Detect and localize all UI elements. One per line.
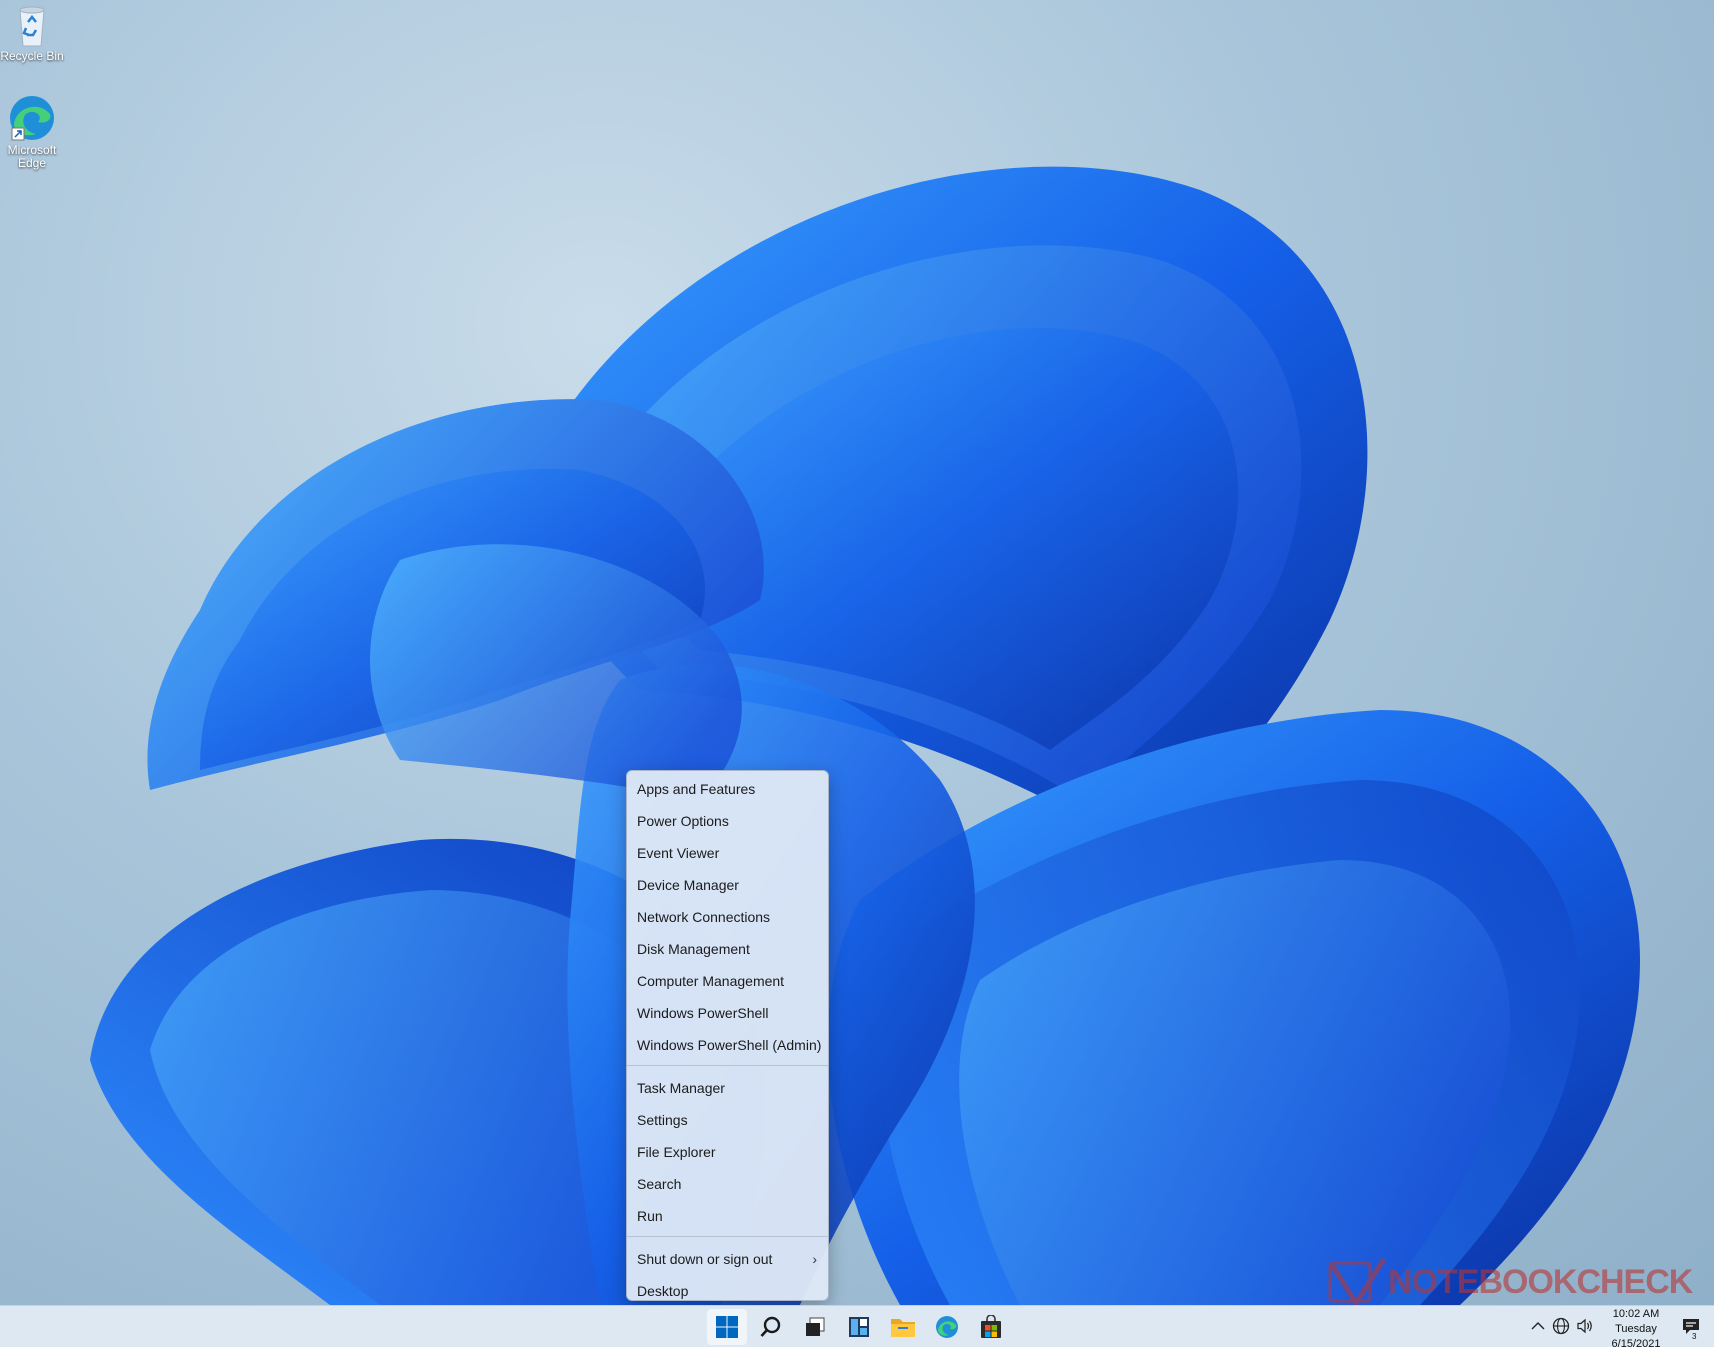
notification-count-badge: 3 <box>1692 1332 1697 1341</box>
winx-context-menu: Apps and Features Power Options Event Vi… <box>626 770 829 1301</box>
taskbar-task-view-button[interactable] <box>795 1309 835 1345</box>
menu-item-file-explorer[interactable]: File Explorer <box>627 1136 828 1168</box>
menu-separator <box>627 1065 828 1066</box>
menu-item-shut-down-or-sign-out[interactable]: Shut down or sign out › <box>627 1243 828 1275</box>
clock-date: 6/15/2021 <box>1611 1338 1661 1350</box>
taskbar-edge-button[interactable] <box>927 1309 967 1345</box>
speaker-icon <box>1577 1318 1592 1334</box>
file-explorer-icon <box>891 1319 915 1337</box>
taskbar-store-button[interactable] <box>971 1309 1011 1345</box>
notebookcheck-watermark: NOTEBOOKCHECK <box>1328 1255 1693 1305</box>
menu-item-label: Power Options <box>637 813 729 829</box>
menu-item-run[interactable]: Run <box>627 1200 828 1232</box>
menu-item-label: Device Manager <box>637 877 739 893</box>
store-icon <box>981 1315 1001 1338</box>
menu-item-label: File Explorer <box>637 1144 716 1160</box>
tray-overflow-chevron[interactable] <box>1527 1314 1549 1338</box>
menu-item-label: Task Manager <box>637 1080 725 1096</box>
menu-item-label: Computer Management <box>637 973 785 989</box>
chevron-right-icon: › <box>812 1251 817 1267</box>
menu-item-network-connections[interactable]: Network Connections <box>627 901 828 933</box>
start-icon <box>716 1316 738 1338</box>
menu-item-disk-management[interactable]: Disk Management <box>627 933 828 965</box>
menu-item-label: Disk Management <box>637 941 750 957</box>
menu-item-label: Windows PowerShell <box>637 1005 769 1021</box>
widgets-icon <box>849 1317 869 1337</box>
taskbar-file-explorer-button[interactable] <box>883 1309 923 1345</box>
recycle-bin-icon <box>19 6 45 47</box>
taskbar-search-button[interactable] <box>751 1309 791 1345</box>
menu-item-event-viewer[interactable]: Event Viewer <box>627 837 828 869</box>
menu-item-label: Windows PowerShell (Admin) <box>637 1037 822 1053</box>
globe-icon <box>1552 1317 1570 1335</box>
menu-item-settings[interactable]: Settings <box>627 1104 828 1136</box>
taskbar-start-button[interactable] <box>707 1309 747 1345</box>
menu-item-label: Run <box>637 1208 663 1224</box>
edge-icon <box>10 96 54 141</box>
menu-separator <box>627 1236 828 1237</box>
menu-item-label: Shut down or sign out <box>637 1251 773 1267</box>
tray-notifications-button[interactable] <box>1680 1314 1702 1338</box>
menu-item-label: Desktop <box>637 1283 689 1299</box>
tray-network-button[interactable] <box>1550 1314 1572 1338</box>
menu-item-device-manager[interactable]: Device Manager <box>627 869 828 901</box>
clock-time: 10:02 AM <box>1612 1308 1660 1320</box>
menu-item-label: Network Connections <box>637 909 771 925</box>
taskbar: 10:02 AM Tuesday 6/15/2021 3 <box>0 1305 1714 1350</box>
watermark-text: NOTEBOOKCHECK <box>1388 1262 1693 1301</box>
menu-item-windows-powershell-admin[interactable]: Windows PowerShell (Admin) <box>627 1029 828 1061</box>
chevron-up-icon <box>1531 1322 1545 1330</box>
menu-item-label: Event Viewer <box>637 845 720 861</box>
menu-item-search[interactable]: Search <box>627 1168 828 1200</box>
desktop-icon-label: Microsoft Edge <box>7 143 57 170</box>
menu-item-windows-powershell[interactable]: Windows PowerShell <box>627 997 828 1029</box>
menu-item-label: Apps and Features <box>637 781 756 797</box>
taskbar-widgets-button[interactable] <box>839 1309 879 1345</box>
menu-item-apps-and-features[interactable]: Apps and Features <box>627 773 828 805</box>
menu-item-task-manager[interactable]: Task Manager <box>627 1072 828 1104</box>
watermark-logo-icon <box>1328 1257 1387 1305</box>
menu-item-computer-management[interactable]: Computer Management <box>627 965 828 997</box>
desktop[interactable]: Recycle Bin Microsoft Edge Apps and Feat… <box>0 0 1714 1305</box>
menu-item-label: Settings <box>637 1112 688 1128</box>
clock-day: Tuesday <box>1615 1323 1657 1335</box>
search-icon <box>760 1316 781 1337</box>
desktop-icon-recycle-bin[interactable]: Recycle Bin <box>0 4 64 63</box>
desktop-icon-edge[interactable]: Microsoft Edge <box>0 94 64 170</box>
wallpaper-bloom <box>90 166 1640 1305</box>
menu-item-power-options[interactable]: Power Options <box>627 805 828 837</box>
notification-center-icon <box>1683 1319 1699 1334</box>
task-view-icon <box>806 1317 825 1336</box>
edge-icon <box>936 1316 958 1338</box>
menu-item-desktop[interactable]: Desktop <box>627 1275 828 1305</box>
desktop-icon-label: Recycle Bin <box>0 49 64 63</box>
tray-volume-button[interactable] <box>1574 1314 1596 1338</box>
menu-item-label: Search <box>637 1176 682 1192</box>
taskbar-clock[interactable]: 10:02 AM Tuesday 6/15/2021 <box>1596 1307 1676 1352</box>
